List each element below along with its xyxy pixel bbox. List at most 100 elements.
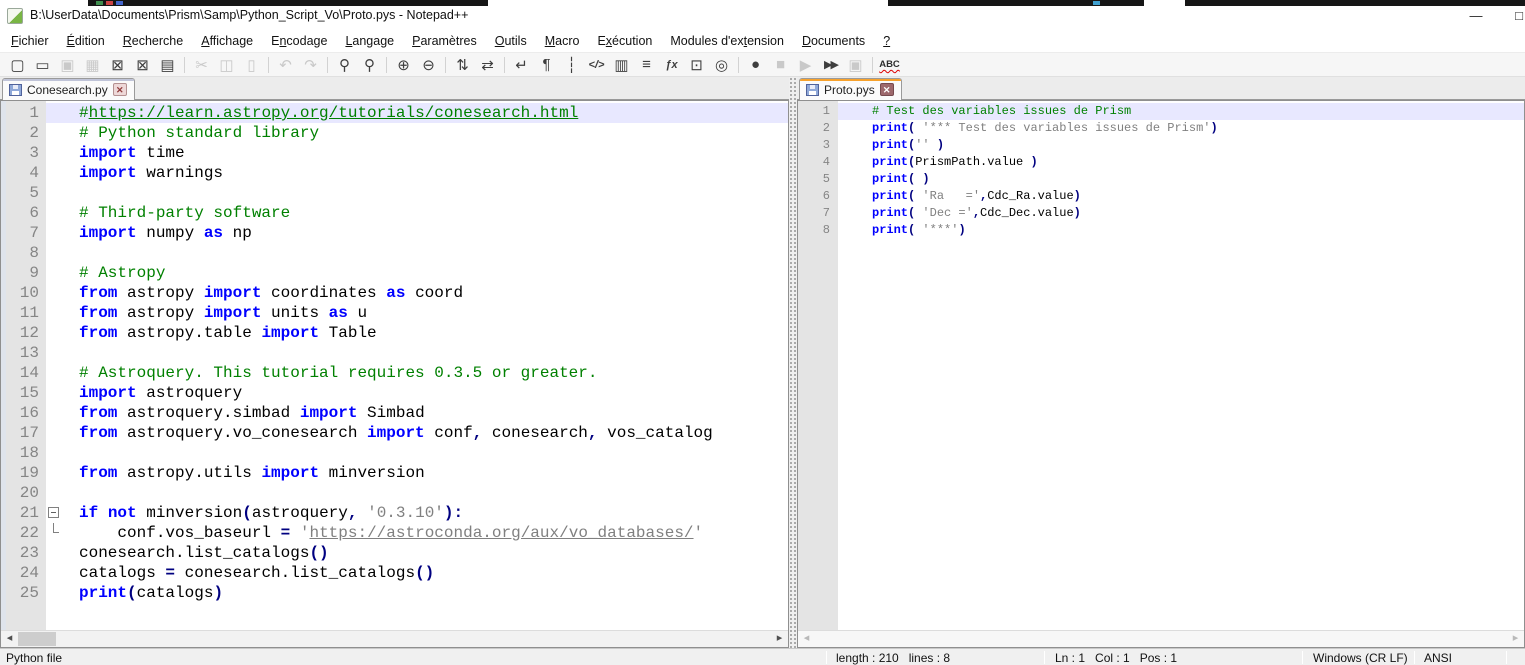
code-text[interactable]: import time — [62, 143, 788, 163]
spell-check-icon[interactable]: ABC — [877, 54, 902, 75]
define-language-icon[interactable]: </> — [584, 54, 609, 75]
menu-item-fichier[interactable]: Fichier — [2, 31, 58, 52]
code-line-25[interactable]: 25print(catalogs) — [1, 583, 788, 603]
code-line-2[interactable]: 2print( '*** Test des variables issues d… — [798, 120, 1524, 137]
tab-conesearch-py[interactable]: Conesearch.py ✕ — [2, 78, 135, 100]
hscroll-thumb[interactable] — [18, 632, 56, 646]
code-line-9[interactable]: 9# Astropy — [1, 263, 788, 283]
code-text[interactable]: conf.vos_baseurl = 'https://astroconda.o… — [62, 523, 788, 543]
monitoring-icon[interactable]: ◎ — [709, 54, 734, 75]
code-line-10[interactable]: 10from astropy import coordinates as coo… — [1, 283, 788, 303]
minimize-button[interactable]: — — [1457, 3, 1495, 29]
code-line-1[interactable]: 1#https://learn.astropy.org/tutorials/co… — [1, 103, 788, 123]
code-text[interactable]: import astroquery — [62, 383, 788, 403]
code-text[interactable]: print( '***') — [858, 222, 1524, 239]
code-line-12[interactable]: 12from astropy.table import Table — [1, 323, 788, 343]
code-text[interactable]: print( '*** Test des variables issues de… — [858, 120, 1524, 137]
code-line-8[interactable]: 8print( '***') — [798, 222, 1524, 239]
fold-collapse-icon[interactable] — [48, 507, 59, 518]
open-file-icon[interactable]: ▭ — [30, 54, 55, 75]
code-line-7[interactable]: 7print( 'Dec =',Cdc_Dec.value) — [798, 205, 1524, 222]
find-icon[interactable]: ⚲ — [332, 54, 357, 75]
fold-margin[interactable] — [46, 503, 62, 523]
code-text[interactable]: print( 'Ra =',Cdc_Ra.value) — [858, 188, 1524, 205]
code-text[interactable]: # Astropy — [62, 263, 788, 283]
close-icon[interactable]: ⊠ — [105, 54, 130, 75]
editor-right[interactable]: 1# Test des variables issues de Prism2pr… — [798, 101, 1524, 630]
code-text[interactable]: import warnings — [62, 163, 788, 183]
code-text[interactable]: from astropy import coordinates as coord — [62, 283, 788, 303]
code-line-16[interactable]: 16from astroquery.simbad import Simbad — [1, 403, 788, 423]
code-line-13[interactable]: 13 — [1, 343, 788, 363]
code-line-4[interactable]: 4import warnings — [1, 163, 788, 183]
code-line-15[interactable]: 15import astroquery — [1, 383, 788, 403]
sync-horizontal-scrolling-icon[interactable]: ⇄ — [475, 54, 500, 75]
tab-proto-pys[interactable]: Proto.pys ✕ — [799, 78, 902, 100]
code-text[interactable]: import numpy as np — [62, 223, 788, 243]
scroll-left-arrow-icon[interactable]: ◂ — [1, 631, 18, 647]
code-text[interactable]: # Third-party software — [62, 203, 788, 223]
hscrollbar-right[interactable]: ◂ ▸ — [798, 630, 1524, 647]
code-text[interactable] — [62, 183, 788, 203]
menu-item--[interactable]: ? — [874, 31, 899, 52]
editor-left[interactable]: 1#https://learn.astropy.org/tutorials/co… — [1, 101, 788, 630]
indent-guide-icon[interactable]: ┆ — [559, 54, 584, 75]
code-text[interactable]: #https://learn.astropy.org/tutorials/con… — [62, 103, 788, 123]
code-text[interactable]: print('' ) — [858, 137, 1524, 154]
fold-margin[interactable] — [46, 523, 62, 543]
menu-item-recherche[interactable]: Recherche — [114, 31, 192, 52]
zoom-out-icon[interactable]: ⊖ — [416, 54, 441, 75]
menu-item-langage[interactable]: Langage — [336, 31, 403, 52]
code-line-21[interactable]: 21if not minversion(astroquery, '0.3.10'… — [1, 503, 788, 523]
code-line-24[interactable]: 24catalogs = conesearch.list_catalogs() — [1, 563, 788, 583]
code-text[interactable]: from astroquery.vo_conesearch import con… — [62, 423, 788, 443]
menu-item-macro[interactable]: Macro — [536, 31, 589, 52]
document-map-icon[interactable]: ▥ — [609, 54, 634, 75]
code-text[interactable] — [62, 343, 788, 363]
run-macro-multiple-times-icon[interactable]: ▶▶ — [818, 54, 843, 75]
code-line-3[interactable]: 3print('' ) — [798, 137, 1524, 154]
function-list-icon[interactable]: ƒx — [659, 54, 684, 75]
code-line-19[interactable]: 19from astropy.utils import minversion — [1, 463, 788, 483]
code-line-8[interactable]: 8 — [1, 243, 788, 263]
code-line-2[interactable]: 2# Python standard library — [1, 123, 788, 143]
code-text[interactable] — [62, 243, 788, 263]
pane-splitter[interactable] — [789, 77, 797, 648]
sync-vertical-scrolling-icon[interactable]: ⇅ — [450, 54, 475, 75]
code-text[interactable]: if not minversion(astroquery, '0.3.10'): — [62, 503, 788, 523]
code-text[interactable]: from astropy import units as u — [62, 303, 788, 323]
code-line-5[interactable]: 5 — [1, 183, 788, 203]
menu-item-param-tres[interactable]: Paramètres — [403, 31, 486, 52]
close-all-icon[interactable]: ⊠ — [130, 54, 155, 75]
code-line-5[interactable]: 5print( ) — [798, 171, 1524, 188]
code-area-right[interactable]: 1# Test des variables issues de Prism2pr… — [798, 103, 1524, 239]
code-text[interactable]: # Test des variables issues de Prism — [858, 103, 1524, 120]
code-line-20[interactable]: 20 — [1, 483, 788, 503]
code-area-left[interactable]: 1#https://learn.astropy.org/tutorials/co… — [1, 103, 788, 603]
code-text[interactable]: from astropy.utils import minversion — [62, 463, 788, 483]
code-text[interactable]: print( ) — [858, 171, 1524, 188]
code-text[interactable]: catalogs = conesearch.list_catalogs() — [62, 563, 788, 583]
menu-item-ex-cution[interactable]: Exécution — [588, 31, 661, 52]
code-text[interactable]: from astropy.table import Table — [62, 323, 788, 343]
document-list-icon[interactable]: ≡ — [634, 54, 659, 75]
scroll-left-arrow-icon[interactable]: ◂ — [798, 631, 815, 647]
code-text[interactable]: # Astroquery. This tutorial requires 0.3… — [62, 363, 788, 383]
code-line-23[interactable]: 23conesearch.list_catalogs() — [1, 543, 788, 563]
new-file-icon[interactable]: ▢ — [5, 54, 30, 75]
folder-as-workspace-icon[interactable]: ⊡ — [684, 54, 709, 75]
code-text[interactable]: from astroquery.simbad import Simbad — [62, 403, 788, 423]
code-line-11[interactable]: 11from astropy import units as u — [1, 303, 788, 323]
code-text[interactable] — [62, 483, 788, 503]
code-line-1[interactable]: 1# Test des variables issues de Prism — [798, 103, 1524, 120]
maximize-button[interactable]: □ — [1500, 3, 1525, 29]
code-line-14[interactable]: 14# Astroquery. This tutorial requires 0… — [1, 363, 788, 383]
code-text[interactable]: print( 'Dec =',Cdc_Dec.value) — [858, 205, 1524, 222]
zoom-in-icon[interactable]: ⊕ — [391, 54, 416, 75]
tab-close-icon[interactable]: ✕ — [880, 83, 894, 96]
record-macro-icon[interactable]: ● — [743, 54, 768, 75]
print-icon[interactable]: ▤ — [155, 54, 180, 75]
code-line-17[interactable]: 17from astroquery.vo_conesearch import c… — [1, 423, 788, 443]
code-text[interactable]: print(catalogs) — [62, 583, 788, 603]
menu-item--dition[interactable]: Édition — [58, 31, 114, 52]
